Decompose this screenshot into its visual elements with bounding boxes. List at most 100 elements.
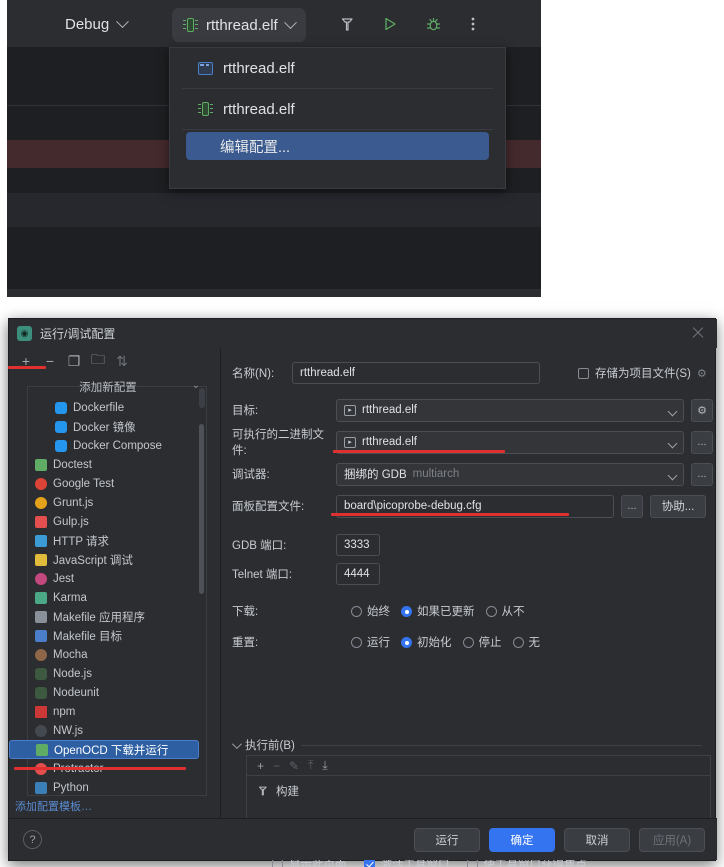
list-item-label: Gulp.js [53,515,89,528]
list-item[interactable]: Makefile 目标 [9,626,207,645]
hammer-build-icon [258,786,267,796]
list-item[interactable]: NW.js [9,721,207,740]
target-settings-button[interactable]: ⚙ [691,398,713,422]
radio-icon [462,636,474,648]
telnet-port-input[interactable]: 4444 [336,563,380,585]
download-radio-group[interactable]: 始终 如果已更新 从不 [351,603,525,619]
list-item[interactable]: Google Test [9,474,207,493]
list-item[interactable]: JavaScript 调试 [9,550,207,569]
popup-item-app[interactable]: rtthread.elf [170,48,505,88]
move-down-icon[interactable]: ⤓ [322,758,327,773]
download-option-always[interactable]: 始终 [351,603,390,619]
run-button[interactable]: 运行 [414,828,480,852]
gear-icon[interactable]: ⚙ [697,367,707,380]
telnet-port-label: Telnet 端口: [232,569,293,581]
run-play-icon[interactable] [377,12,403,36]
hammer-build-icon[interactable] [334,12,360,36]
board-config-assist-button[interactable]: 协助... [650,494,706,518]
sort-icon[interactable]: ⇅ [111,351,133,371]
list-item[interactable]: npm [9,702,207,721]
list-item[interactable]: Makefile 应用程序 [9,607,207,626]
debugger-combo[interactable]: 捆绑的 GDB multiarch [336,462,684,486]
list-item[interactable]: Docker 镜像 [9,417,207,436]
download-option-never[interactable]: 从不 [485,603,525,619]
configuration-templates-list[interactable]: Dockerfile Docker 镜像 Docker Compose Doct… [9,398,207,796]
divider [300,744,702,746]
list-item[interactable]: Mocha [9,645,207,664]
popup-edit-configurations[interactable]: 编辑配置... [186,132,489,160]
gdb-port-input[interactable]: 3333 [336,534,380,556]
list-item-label: HTTP 请求 [53,535,110,548]
list-item[interactable]: Gulp.js [9,512,207,531]
list-item-label: Makefile 目标 [53,630,123,643]
debugger-label: 调试器: [232,469,270,481]
chevron-down-icon [667,406,678,416]
debug-mode-dropdown[interactable]: Debug [59,11,133,37]
ok-button[interactable]: 确定 [489,828,555,852]
radio-label: 从不 [501,606,525,618]
app-logo-icon: ◉ [17,326,32,341]
close-icon[interactable] [691,326,705,340]
doctest-icon [35,458,47,471]
copy-icon[interactable]: ❐ [63,351,85,371]
list-item[interactable]: Dockerfile [9,398,207,417]
remove-icon[interactable]: − [273,759,280,773]
list-item[interactable]: Karma [9,588,207,607]
configuration-form-pane: 名称(N): rtthread.elf 存储为项目文件(S) ⚙ 目标: ▸ r… [222,348,715,867]
before-launch-header[interactable]: 执行前(B) [231,737,702,753]
reset-option-run[interactable]: 运行 [351,634,390,650]
radio-icon-selected [401,636,412,648]
npm-icon [35,705,47,718]
jest-icon [35,572,47,585]
annotation-underline-add [8,366,46,369]
list-item[interactable]: Jest [9,569,207,588]
reset-option-none[interactable]: 无 [512,634,540,650]
scrollbar-thumb-secondary[interactable] [199,388,205,408]
reset-option-init[interactable]: 初始化 [401,634,452,650]
reset-option-halt[interactable]: 停止 [462,634,502,650]
apply-button[interactable]: 应用(A) [639,828,705,852]
radio-label: 停止 [478,637,502,649]
board-config-browse-button[interactable]: ... [621,494,643,518]
move-up-icon[interactable]: ⤒ [308,758,313,773]
run-configuration-dropdown[interactable]: rtthread.elf [172,8,306,42]
list-item[interactable]: Python [9,778,207,796]
add-icon[interactable]: + [257,759,264,773]
popup-item-openocd[interactable]: rtthread.elf [170,89,505,129]
cancel-button[interactable]: 取消 [564,828,630,852]
debugger-browse-button[interactable]: ... [691,462,713,486]
folder-add-icon[interactable]: 🗀 [87,351,109,371]
more-vertical-icon[interactable] [460,12,486,36]
list-item-label: Nodeunit [53,686,100,699]
download-row: 下载: 始终 如果已更新 从不 [232,600,724,622]
list-item[interactable]: Nodeunit [9,683,207,702]
pane-divider [220,348,221,818]
help-button[interactable]: ? [23,830,42,849]
store-as-project-file-row: 存储为项目文件(S) ⚙ [578,365,707,381]
scrollbar-thumb[interactable] [199,424,204,594]
download-label: 下载: [232,606,259,618]
dialog-footer: ? 运行 确定 取消 应用(A) [9,818,717,860]
reset-radio-group[interactable]: 运行 初始化 停止 无 [351,634,540,650]
debug-bug-icon[interactable] [420,12,446,36]
list-item[interactable]: Grunt.js [9,493,207,512]
download-option-if-updated[interactable]: 如果已更新 [401,603,475,619]
list-item-label: npm [53,705,76,718]
edit-icon[interactable]: ✎ [289,759,299,773]
docker-icon [55,401,67,414]
google-test-icon [35,477,47,490]
sidebar-item-openocd[interactable]: OpenOCD 下载并运行 [9,740,199,759]
list-item[interactable]: Docker Compose [9,436,207,455]
executable-browse-button[interactable]: ... [691,430,713,454]
store-as-project-file-checkbox[interactable] [578,367,589,379]
list-item[interactable]: HTTP 请求 [9,531,207,550]
nodejs-icon [35,667,47,680]
list-item[interactable]: Node.js [9,664,207,683]
name-input[interactable]: rtthread.elf [292,362,540,384]
nodeunit-icon [35,686,47,699]
add-configuration-template-link[interactable]: 添加配置模板… [15,798,92,814]
target-combo[interactable]: ▸ rtthread.elf [336,398,684,422]
list-item[interactable]: Doctest [9,455,207,474]
executable-file-icon: ▸ [344,436,356,448]
before-launch-item[interactable]: 构建 [247,776,710,799]
